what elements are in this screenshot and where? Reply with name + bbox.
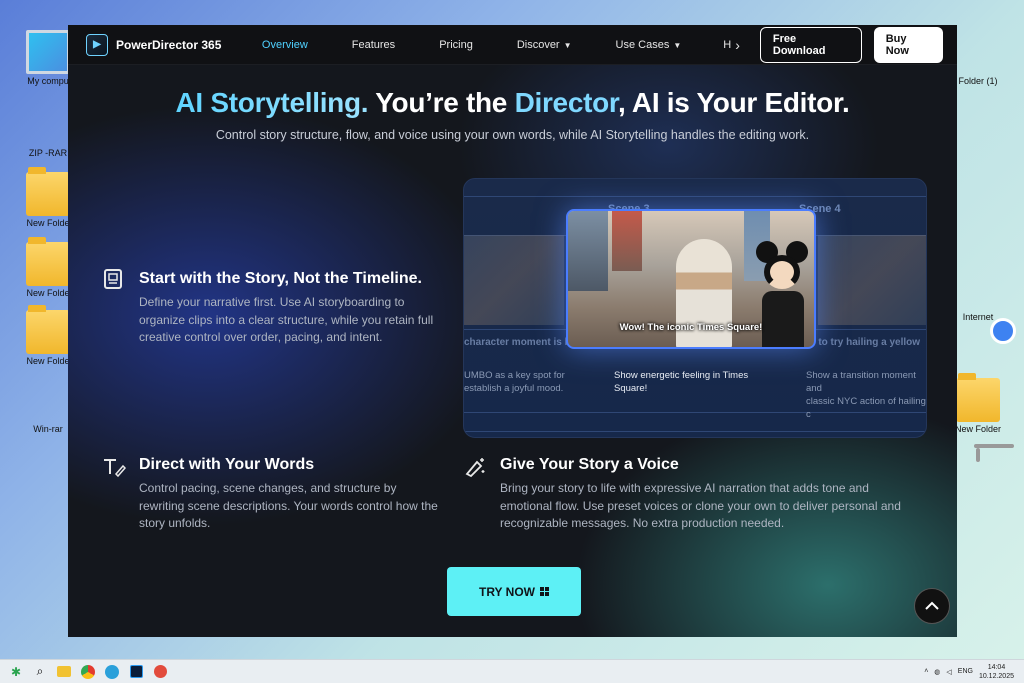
feature-desc: Bring your story to life with expressive… xyxy=(500,481,901,530)
folder-icon xyxy=(26,237,70,286)
taskbar: ✱ ⌕ ˄ ◍ ◁ ENG 14:04 10.12.2025 xyxy=(0,659,1024,683)
page-title: AI Storytelling. You’re the Director, AI… xyxy=(68,87,957,119)
title-part: You’re the xyxy=(368,87,515,118)
nav-discover-label: Discover xyxy=(516,38,560,51)
brand[interactable]: ▶ PowerDirector 365 xyxy=(86,33,240,56)
binders-icon xyxy=(26,102,70,146)
scene-caption: character moment is h xyxy=(464,337,571,348)
scene-thumbnail xyxy=(818,235,926,325)
try-now-label: TRY NOW xyxy=(479,584,535,599)
text-edit-icon xyxy=(102,456,127,478)
nav-overview[interactable]: Overview xyxy=(240,39,330,51)
nav-scroll-right-icon[interactable]: › xyxy=(735,37,740,53)
scene-thumbnail xyxy=(464,235,564,325)
computer-icon xyxy=(26,30,70,74)
nav-pricing[interactable]: Pricing xyxy=(417,39,495,51)
title-part: , AI is Your Editor. xyxy=(617,87,850,118)
nav-truncated[interactable]: H xyxy=(703,39,735,51)
telegram-icon[interactable] xyxy=(104,664,120,680)
folder-icon xyxy=(26,167,70,216)
chevron-up-icon xyxy=(925,601,939,610)
scene-caption: e to try hailing a yellow xyxy=(810,337,921,348)
feature-title: Direct with Your Words xyxy=(139,456,315,473)
nav-use-cases[interactable]: Use Cases ▼ xyxy=(594,39,704,51)
voice-pen-icon xyxy=(463,456,485,478)
scroll-to-top-button[interactable] xyxy=(914,588,950,624)
chevron-down-icon: ▼ xyxy=(673,40,682,50)
chrome-taskbar-icon[interactable] xyxy=(80,664,96,680)
binders-icon xyxy=(956,30,1000,74)
app-icon[interactable] xyxy=(152,664,168,680)
powerdirector-logo-icon: ▶ xyxy=(86,33,108,56)
buy-now-button[interactable]: Buy Now xyxy=(873,26,943,63)
nav-features[interactable]: Features xyxy=(330,39,417,51)
clock-time: 14:04 xyxy=(987,663,1006,671)
clock-date: 10.12.2025 xyxy=(978,672,1014,680)
feature-story: Start with the Story, Not the Timeline. … xyxy=(139,270,439,347)
hero-section: AI Storytelling. You’re the Director, AI… xyxy=(68,65,957,637)
search-icon[interactable]: ⌕ xyxy=(32,664,48,680)
browser-window: ▶ PowerDirector 365 Overview Features Pr… xyxy=(68,25,957,637)
nav-discover[interactable]: Discover ▼ xyxy=(495,39,594,51)
storyboard-preview: Scene 3 Scene 4 character moment is h e … xyxy=(463,178,927,438)
feature-direct: Direct with Your Words Control pacing, s… xyxy=(139,456,444,533)
chevron-up-icon[interactable]: ˄ xyxy=(924,668,928,675)
recycle-bin-icon xyxy=(976,448,980,462)
top-nav: ▶ PowerDirector 365 Overview Features Pr… xyxy=(68,25,957,65)
language-indicator[interactable]: ENG xyxy=(958,668,973,675)
volume-icon[interactable]: ◁ xyxy=(946,668,951,676)
photoshop-icon[interactable] xyxy=(128,664,144,680)
free-download-button[interactable]: Free Download xyxy=(759,26,862,63)
windows-icon xyxy=(540,587,549,596)
winrar-icon xyxy=(26,378,70,422)
title-part-ai-storytelling: AI Storytelling. xyxy=(175,87,369,118)
active-scene-frame[interactable]: Wow! The iconic Times Square! xyxy=(566,209,816,349)
try-now-button[interactable]: TRY NOW xyxy=(447,567,581,616)
storyboard-icon xyxy=(103,268,125,290)
feature-desc: Control pacing, scene changes, and struc… xyxy=(139,481,438,530)
feature-desc: Define your narrative first. Use AI stor… xyxy=(139,295,434,344)
clock[interactable]: 14:04 10.12.2025 xyxy=(979,663,1014,681)
network-icon[interactable]: ◍ xyxy=(934,668,940,676)
page-subtitle: Control story structure, flow, and voice… xyxy=(215,128,810,142)
brand-name: PowerDirector 365 xyxy=(116,37,222,52)
system-tray: ˄ ◍ ◁ ENG 14:04 10.12.2025 xyxy=(924,663,1024,681)
feature-voice: Give Your Story a Voice Bring your story… xyxy=(500,456,915,533)
folder-icon xyxy=(26,305,70,354)
file-explorer-icon[interactable] xyxy=(56,664,72,680)
feature-title: Start with the Story, Not the Timeline. xyxy=(139,270,422,287)
nav-use-cases-label: Use Cases xyxy=(615,38,670,51)
chevron-down-icon: ▼ xyxy=(563,40,572,50)
feature-title: Give Your Story a Voice xyxy=(500,456,679,473)
title-part-director: Director xyxy=(514,87,619,118)
scene-subtitle: Wow! The iconic Times Square! xyxy=(619,322,763,333)
folder-icon xyxy=(956,373,1000,422)
scene-description: Show a transition moment and classic NYC… xyxy=(806,370,926,420)
start-icon[interactable]: ✱ xyxy=(8,664,24,680)
scene-description: UMBO as a key spot for establish a joyfu… xyxy=(464,370,565,394)
scene-description-active[interactable]: Show energetic feeling in Times Square! xyxy=(614,369,774,395)
